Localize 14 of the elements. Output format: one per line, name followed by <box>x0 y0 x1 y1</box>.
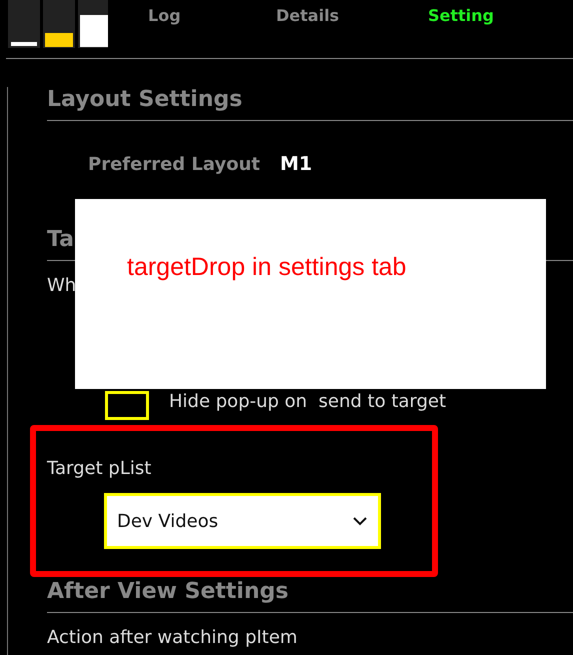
field-label: Preferred Layout <box>88 154 260 174</box>
tab[interactable]: Log <box>148 0 276 31</box>
section-heading: Layout Settings <box>47 87 573 121</box>
field-value: M1 <box>280 153 312 175</box>
tab[interactable]: Setting <box>428 0 568 31</box>
section-heading: After View Settings <box>47 579 573 613</box>
description-text: Action after watching pItem <box>47 627 298 648</box>
field-label: Target pList <box>47 458 152 479</box>
playlist-dropdown[interactable]: Dev Videos <box>104 493 381 549</box>
description-text: Wh <box>47 275 76 296</box>
checkbox[interactable] <box>105 391 149 420</box>
tab[interactable]: Details <box>276 0 428 31</box>
chevron-down-icon <box>352 516 368 526</box>
checkbox-label: Hide pop-up on send to target <box>169 391 446 412</box>
